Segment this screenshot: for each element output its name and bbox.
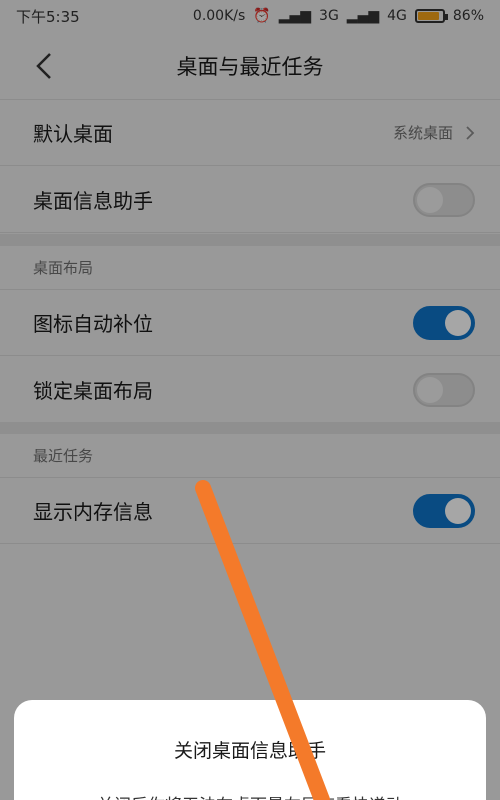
dialog-title: 关闭桌面信息助手	[173, 740, 326, 762]
modal-scrim[interactable]	[0, 0, 500, 800]
dialog-message: 关闭后你将无法在桌面最左屏查看快递动	[14, 791, 486, 800]
confirm-dialog: 关闭桌面信息助手 关闭后你将无法在桌面最左屏查看快递动	[14, 700, 486, 800]
